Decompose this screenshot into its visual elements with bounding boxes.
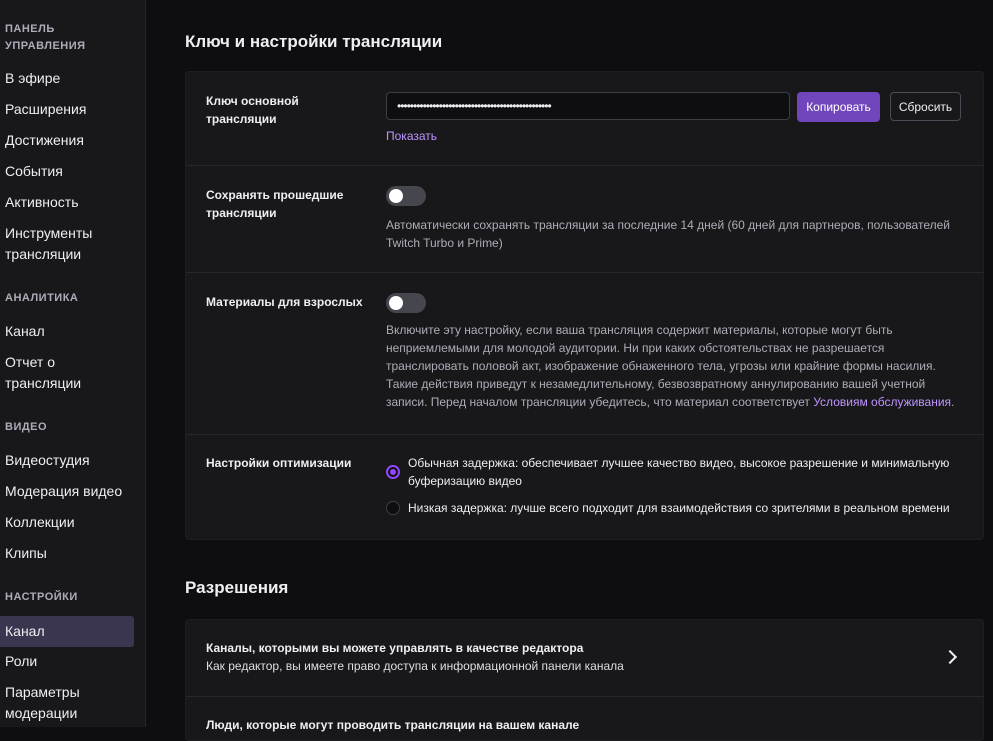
- optimization-row: Настройки оптимизации Обычная задержка: …: [186, 435, 983, 539]
- mature-content-row: Материалы для взрослых Включите эту наст…: [186, 273, 983, 435]
- sidebar-item-clips[interactable]: Клипы: [5, 543, 130, 564]
- sidebar-item-collections[interactable]: Коллекции: [5, 512, 130, 533]
- sidebar-item-activity[interactable]: Активность: [5, 192, 130, 213]
- optimization-label: Настройки оптимизации: [206, 456, 352, 470]
- mature-desc-end: .: [951, 395, 955, 409]
- save-broadcasts-row: Сохранять прошедшие трансляции Автоматич…: [186, 166, 983, 273]
- permissions-card: Каналы, которыми вы можете управлять в к…: [185, 619, 984, 741]
- show-key-link[interactable]: Показать: [386, 129, 437, 143]
- reset-button[interactable]: Сбросить: [890, 92, 961, 121]
- low-latency-radio[interactable]: [386, 501, 400, 515]
- mature-content-description: Включите эту настройку, если ваша трансл…: [386, 321, 958, 411]
- sidebar-item-live[interactable]: В эфире: [5, 68, 130, 89]
- sidebar-item-extensions[interactable]: Расширения: [5, 99, 130, 120]
- sidebar-item-settings-channel[interactable]: Канал: [0, 616, 134, 647]
- sidebar-section-analytics: АНАЛИТИКА: [5, 292, 79, 304]
- normal-latency-radio[interactable]: [386, 465, 400, 479]
- sidebar-item-stream-report[interactable]: Отчет о трансляции: [5, 352, 130, 394]
- copy-button[interactable]: Копировать: [797, 92, 880, 122]
- sidebar-item-events[interactable]: События: [5, 161, 130, 182]
- sidebar-section-video: ВИДЕО: [5, 421, 48, 433]
- low-latency-label: Низкая задержка: лучше всего подходит дл…: [408, 501, 950, 515]
- mature-content-label: Материалы для взрослых: [206, 295, 363, 309]
- save-broadcasts-description: Автоматически сохранять трансляции за по…: [386, 218, 950, 250]
- sidebar-item-moderation-params[interactable]: Параметры модерации: [5, 682, 130, 724]
- sidebar-item-analytics-channel[interactable]: Канал: [5, 321, 130, 342]
- stream-settings-card: Ключ основной трансляции •••••••••••••••…: [185, 71, 984, 540]
- stream-key-row: Ключ основной трансляции •••••••••••••••…: [186, 72, 983, 166]
- sidebar: ПАНЕЛЬ УПРАВЛЕНИЯ В эфире Расширения Дос…: [0, 0, 146, 727]
- sidebar-item-video-moderation[interactable]: Модерация видео: [5, 481, 130, 502]
- stream-together-row[interactable]: Люди, которые могут проводить трансляции…: [186, 697, 983, 740]
- sidebar-item-stream-tools[interactable]: Инструменты трансляции: [5, 223, 130, 265]
- editor-channels-title: Каналы, которыми вы можете управлять в к…: [206, 641, 584, 655]
- sidebar-item-video-studio[interactable]: Видеостудия: [5, 450, 130, 471]
- normal-latency-label: Обычная задержка: обеспечивает лучшее ка…: [408, 456, 950, 488]
- sidebar-item-roles[interactable]: Роли: [5, 651, 130, 672]
- toggle-knob: [389, 296, 403, 310]
- main-content: Ключ и настройки трансляции Ключ основно…: [146, 0, 993, 741]
- stream-key-label: Ключ основной трансляции: [206, 94, 299, 126]
- sidebar-section-settings: НАСТРОЙКИ: [5, 591, 78, 603]
- chevron-right-icon[interactable]: [942, 649, 958, 665]
- editor-channels-subtitle: Как редактор, вы имеете право доступа к …: [206, 659, 624, 673]
- save-broadcasts-toggle[interactable]: [386, 186, 426, 206]
- stream-together-title: Люди, которые могут проводить трансляции…: [206, 718, 580, 732]
- stream-settings-heading: Ключ и настройки трансляции: [185, 32, 443, 51]
- permissions-heading: Разрешения: [185, 578, 289, 597]
- editor-channels-row[interactable]: Каналы, которыми вы можете управлять в к…: [186, 620, 983, 697]
- sidebar-section-panel: ПАНЕЛЬ УПРАВЛЕНИЯ: [5, 23, 86, 52]
- save-broadcasts-label: Сохранять прошедшие трансляции: [206, 188, 344, 220]
- toggle-knob: [389, 189, 403, 203]
- terms-of-service-link[interactable]: Условиям обслуживания: [813, 395, 951, 409]
- mature-content-toggle[interactable]: [386, 293, 426, 313]
- stream-key-input[interactable]: ••••••••••••••••••••••••••••••••••••••••…: [386, 92, 790, 120]
- sidebar-item-achievements[interactable]: Достижения: [5, 130, 130, 151]
